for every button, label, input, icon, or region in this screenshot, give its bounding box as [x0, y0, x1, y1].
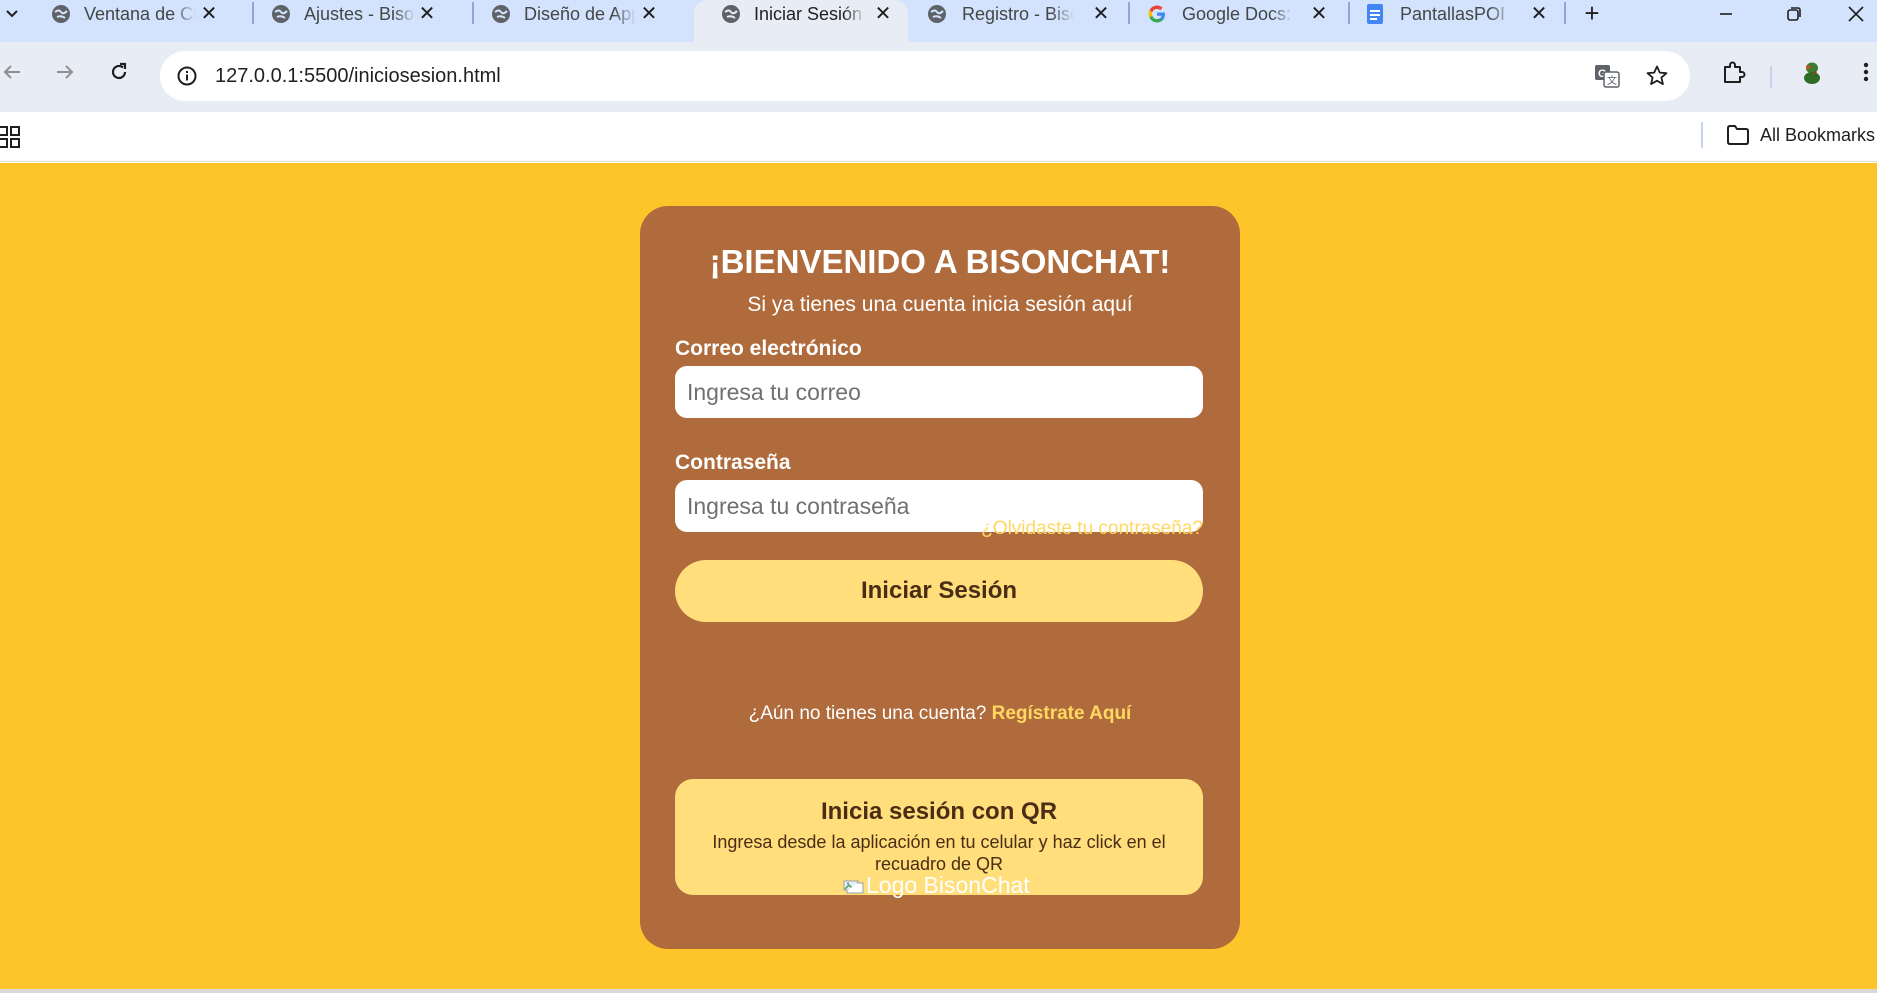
bookmark-star-button[interactable] — [1642, 61, 1672, 91]
tab-title: PantallasPOI - Google Docs — [1400, 4, 1512, 24]
new-tab-button[interactable]: + — [1578, 0, 1606, 28]
window-bottom-border — [0, 989, 1877, 993]
minimize-button[interactable] — [1698, 0, 1754, 28]
site-info-button[interactable] — [172, 61, 202, 91]
tab-search-chevron-icon[interactable] — [0, 0, 24, 28]
tab-title: Registro - BisonChat — [962, 4, 1074, 24]
restore-icon — [1787, 7, 1801, 21]
welcome-subtitle: Si ya tienes una cuenta inicia sesión aq… — [747, 293, 1133, 316]
browser-tab-ventana-de-chat[interactable]: Ventana de Chat - BisonChat ✕ — [24, 0, 234, 28]
folder-icon — [1727, 125, 1749, 145]
globe-icon — [722, 5, 740, 23]
minimize-icon — [1720, 13, 1732, 15]
svg-text:文: 文 — [1607, 74, 1617, 87]
page-viewport: ¡BIENVENIDO A BISONCHAT! Si ya tienes un… — [0, 163, 1877, 993]
login-button[interactable]: Iniciar Sesión — [675, 560, 1203, 622]
arrow-right-icon — [57, 65, 74, 79]
all-bookmarks-button[interactable]: All Bookmarks — [1726, 120, 1875, 150]
signup-link[interactable]: Regístrate Aquí — [992, 703, 1132, 724]
globe-icon — [52, 5, 70, 23]
browser-tab-diseno-de-app[interactable]: Diseño de App ✕ — [464, 0, 674, 28]
star-icon — [1646, 65, 1668, 85]
toolbar-divider — [1770, 66, 1772, 88]
apps-grid-button[interactable] — [0, 124, 22, 150]
back-button[interactable] — [0, 54, 30, 90]
globe-icon — [928, 5, 946, 23]
translate-button[interactable]: G文 — [1592, 61, 1622, 91]
translate-icon: G文 — [1595, 65, 1620, 88]
qr-login-description: Ingresa desde la aplicación en tu celula… — [712, 832, 1166, 874]
reload-icon — [111, 62, 127, 80]
welcome-title: ¡BIENVENIDO A BISONCHAT! — [709, 243, 1171, 280]
browser-tab-pantallaspoi[interactable]: PantallasPOI - Google Docs ✕ — [1342, 0, 1564, 28]
close-tab-icon[interactable]: ✕ — [198, 2, 220, 26]
qr-login-title: Inicia sesión con QR — [820, 798, 1058, 825]
browser-toolbar: 127.0.0.1:5500/iniciosesion.html G文 — [0, 42, 1877, 112]
close-tab-icon[interactable]: ✕ — [1090, 2, 1112, 26]
email-label: Correo electrónico — [675, 337, 862, 360]
url-text[interactable]: 127.0.0.1:5500/iniciosesion.html — [215, 64, 501, 88]
tab-title: Iniciar Sesión - BisonChat — [754, 4, 866, 24]
close-tab-icon[interactable]: ✕ — [416, 2, 438, 26]
browser-tab-iniciar-sesion[interactable]: Iniciar Sesión - BisonChat ✕ — [694, 0, 908, 42]
tab-title: Google Docs: Sign-in — [1182, 4, 1294, 24]
profile-avatar-icon — [1799, 59, 1825, 85]
close-tab-icon[interactable]: ✕ — [872, 2, 894, 26]
bookmarks-bar: All Bookmarks — [0, 112, 1877, 162]
arrow-left-icon — [3, 65, 20, 79]
forward-button[interactable] — [47, 54, 83, 90]
restore-button[interactable] — [1766, 0, 1822, 28]
signup-prompt-text: ¿Aún no tienes una cuenta? — [748, 703, 987, 724]
docs-icon — [1367, 4, 1383, 24]
tab-title: Ajustes - BisonChat — [304, 4, 416, 24]
profile-button[interactable] — [1794, 54, 1830, 90]
apps-grid-icon — [0, 126, 20, 148]
email-field[interactable] — [675, 366, 1203, 418]
browser-menu-button[interactable] — [1848, 54, 1877, 90]
info-icon — [177, 66, 197, 86]
more-vertical-icon — [1863, 62, 1869, 82]
puzzle-icon — [1724, 61, 1746, 83]
browser-tab-registro[interactable]: Registro - BisonChat ✕ — [904, 0, 1124, 28]
bisonchat-logo: Logo BisonChat — [843, 870, 1035, 900]
bookmarks-divider — [1701, 122, 1703, 148]
logo-alt-text: Logo BisonChat — [866, 872, 1030, 898]
close-window-button[interactable] — [1835, 0, 1877, 28]
close-tab-icon[interactable]: ✕ — [638, 2, 660, 26]
close-window-icon — [1848, 6, 1864, 22]
close-tab-icon[interactable]: ✕ — [1528, 2, 1550, 26]
globe-icon — [492, 5, 510, 23]
signup-prompt-line: ¿Aún no tienes una cuenta? Regístrate Aq… — [640, 702, 1240, 726]
password-label: Contraseña — [675, 451, 791, 474]
browser-tab-ajustes[interactable]: Ajustes - BisonChat ✕ — [244, 0, 452, 28]
tab-divider — [1564, 2, 1566, 24]
browser-tab-google-docs[interactable]: Google Docs: Sign-in ✕ — [1124, 0, 1346, 28]
close-tab-icon[interactable]: ✕ — [1308, 2, 1330, 26]
globe-icon — [272, 5, 290, 23]
all-bookmarks-label: All Bookmarks — [1760, 124, 1876, 145]
tab-strip: Ventana de Chat - BisonChat ✕ Ajustes - … — [0, 0, 1877, 42]
address-bar[interactable]: 127.0.0.1:5500/iniciosesion.html G文 — [160, 51, 1690, 101]
extensions-button[interactable] — [1716, 54, 1752, 90]
tab-title: Ventana de Chat - BisonChat — [84, 4, 196, 24]
forgot-password-link[interactable]: ¿Olvidaste tu contraseña? — [981, 517, 1203, 541]
google-icon — [1148, 5, 1165, 23]
reload-button[interactable] — [101, 54, 137, 90]
broken-image-icon — [843, 880, 864, 894]
tab-title: Diseño de App — [524, 4, 636, 24]
login-card: ¡BIENVENIDO A BISONCHAT! Si ya tienes un… — [640, 206, 1240, 949]
